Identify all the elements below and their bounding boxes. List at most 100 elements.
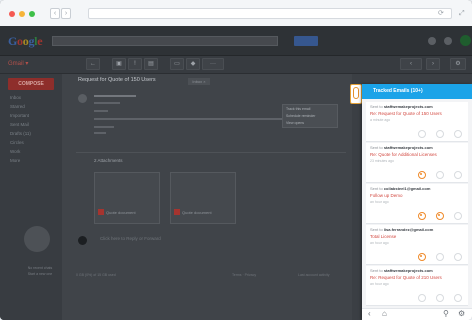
- unopened-status-icon[interactable]: [418, 130, 426, 138]
- tracked-email-recipient: Sent to staffwemakeprojects.com: [370, 145, 433, 150]
- sent-to-prefix: Sent to: [370, 227, 383, 232]
- body-line: [94, 118, 282, 120]
- refresh-icon[interactable]: ⟳: [438, 9, 444, 19]
- tracked-email-recipient: Sent to staffwemakeprojects.com: [370, 268, 433, 273]
- inbox-label-chip[interactable]: Inbox ×: [188, 78, 210, 85]
- sidebar-item-circles[interactable]: Circles: [10, 140, 50, 147]
- pager-prev-button[interactable]: ‹: [400, 58, 422, 70]
- apps-grid-icon[interactable]: [428, 37, 436, 45]
- tracked-email-subject[interactable]: Re: Request for Quote of 150 Users: [370, 111, 442, 116]
- recipient-address: staffwemakeprojects.com: [383, 268, 433, 273]
- menu-item-opens[interactable]: View opens: [286, 121, 304, 125]
- sent-to-prefix: Sent to: [370, 104, 383, 109]
- tracked-email-subject[interactable]: Total License: [370, 234, 396, 239]
- gmail-logo[interactable]: Google: [8, 34, 43, 49]
- pager-next-button[interactable]: ›: [426, 58, 440, 70]
- tracker-footer: [362, 308, 472, 320]
- opened-status-icon[interactable]: [418, 253, 426, 261]
- storage-usage-text: 0 GB (0%) of 15 GB used: [76, 273, 116, 277]
- close-window-button[interactable]: [9, 11, 15, 17]
- minimize-window-button[interactable]: [19, 11, 25, 17]
- spam-button[interactable]: !: [128, 58, 142, 70]
- sidebar-item-sent[interactable]: Sent Mail: [10, 122, 50, 129]
- notifications-icon[interactable]: [444, 37, 452, 45]
- back-to-inbox-button[interactable]: ←: [86, 58, 100, 70]
- sidebar-item-drafts[interactable]: Drafts (11): [10, 131, 50, 138]
- back-button[interactable]: ‹: [50, 8, 60, 19]
- settings-button[interactable]: ⚙: [450, 58, 466, 70]
- tracked-email-subject[interactable]: Follow up Demo: [370, 193, 403, 198]
- menu-item-reminder[interactable]: Schedule reminder: [286, 114, 315, 118]
- delete-button[interactable]: ▤: [144, 58, 158, 70]
- opened-status-icon[interactable]: [436, 212, 444, 220]
- browser-window: ‹ › ⟳ ⤢ Google Gmail ▾ ← ▣ ! ▤ ▭ ◆ ··· ‹…: [0, 0, 472, 320]
- tracked-email-time: an hour ago: [370, 241, 389, 245]
- gmail-menu-label[interactable]: Gmail ▾: [8, 60, 28, 67]
- tracked-email-recipient: Sent to collabsteel1@gmail.com: [370, 186, 430, 191]
- search-button[interactable]: [294, 36, 318, 46]
- unopened-status-icon[interactable]: [454, 212, 462, 220]
- tracked-email-time: a minute ago: [370, 118, 391, 122]
- attachment-card[interactable]: [94, 172, 160, 224]
- terms-link[interactable]: Terms · Privacy: [232, 273, 256, 277]
- reply-avatar: [78, 236, 87, 245]
- unopened-status-icon[interactable]: [436, 130, 444, 138]
- tracked-email-recipient: Sent to lisa.ferrandez@gmail.com: [370, 227, 433, 232]
- unopened-status-icon[interactable]: [418, 294, 426, 302]
- address-bar[interactable]: ⟳: [88, 8, 452, 19]
- recipient-address: collabsteel1@gmail.com: [383, 186, 431, 191]
- recipient-address: lisa.ferrandez@gmail.com: [383, 227, 434, 232]
- menu-item-track[interactable]: Track this email: [286, 107, 310, 111]
- hangouts-start-link[interactable]: Start a new one: [20, 272, 60, 276]
- move-to-button[interactable]: ▭: [170, 58, 184, 70]
- unopened-status-icon[interactable]: [454, 294, 462, 302]
- unopened-status-icon[interactable]: [436, 171, 444, 179]
- unopened-status-icon[interactable]: [454, 130, 462, 138]
- unopened-status-icon[interactable]: [454, 171, 462, 179]
- sidebar-item-more[interactable]: More: [10, 158, 50, 165]
- attachment-card[interactable]: [170, 172, 236, 224]
- tracked-email-subject[interactable]: Re: Quote for Additional Licenses: [370, 152, 437, 157]
- sender-name: [94, 95, 136, 97]
- sender-avatar: [78, 94, 87, 103]
- tracked-email-subject[interactable]: Re: Request for Quote of 210 Users: [370, 275, 442, 280]
- search-icon[interactable]: ⚲: [443, 310, 449, 318]
- unopened-status-icon[interactable]: [436, 253, 444, 261]
- pdf-icon: [174, 209, 180, 215]
- forward-button[interactable]: ›: [61, 8, 71, 19]
- divider: [76, 152, 346, 153]
- tracked-email-time: 23 minutes ago: [370, 159, 394, 163]
- maximize-window-button[interactable]: [29, 11, 35, 17]
- reply-input[interactable]: Click here to Reply or Forward: [100, 236, 161, 241]
- archive-button[interactable]: ▣: [112, 58, 126, 70]
- sidebar-item-starred[interactable]: Starred: [10, 104, 50, 111]
- sidebar-item-inbox[interactable]: Inbox: [10, 95, 50, 102]
- back-icon[interactable]: ‹: [368, 310, 371, 318]
- settings-icon[interactable]: ⚙: [458, 310, 465, 318]
- sidebar-item-important[interactable]: Important: [10, 113, 50, 120]
- tracker-title: Tracked Emails (10+): [373, 88, 423, 94]
- opened-status-icon[interactable]: [418, 212, 426, 220]
- more-button[interactable]: ···: [202, 58, 224, 70]
- attachments-label: 2 Attachments: [94, 158, 123, 163]
- tracked-email-time: an hour ago: [370, 282, 389, 286]
- signature-line: [94, 132, 106, 134]
- account-activity-link[interactable]: Last account activity: [298, 273, 330, 277]
- sent-to-prefix: Sent to: [370, 268, 383, 273]
- sidebar-item-work[interactable]: Work: [10, 149, 50, 156]
- opened-status-icon[interactable]: [418, 171, 426, 179]
- home-icon[interactable]: ⌂: [382, 310, 387, 318]
- search-input[interactable]: [52, 36, 278, 46]
- hangouts-avatar: [24, 226, 50, 252]
- unopened-status-icon[interactable]: [436, 294, 444, 302]
- pdf-icon: [98, 209, 104, 215]
- sent-to-prefix: Sent to: [370, 186, 383, 191]
- sent-to-prefix: Sent to: [370, 145, 383, 150]
- labels-button[interactable]: ◆: [186, 58, 200, 70]
- compose-button[interactable]: COMPOSE: [8, 78, 54, 90]
- signoff-line: [94, 126, 114, 128]
- account-avatar[interactable]: [460, 35, 471, 46]
- recipient-address: staffwemakeprojects.com: [383, 145, 433, 150]
- unopened-status-icon[interactable]: [454, 253, 462, 261]
- expand-icon[interactable]: ⤢: [459, 9, 465, 19]
